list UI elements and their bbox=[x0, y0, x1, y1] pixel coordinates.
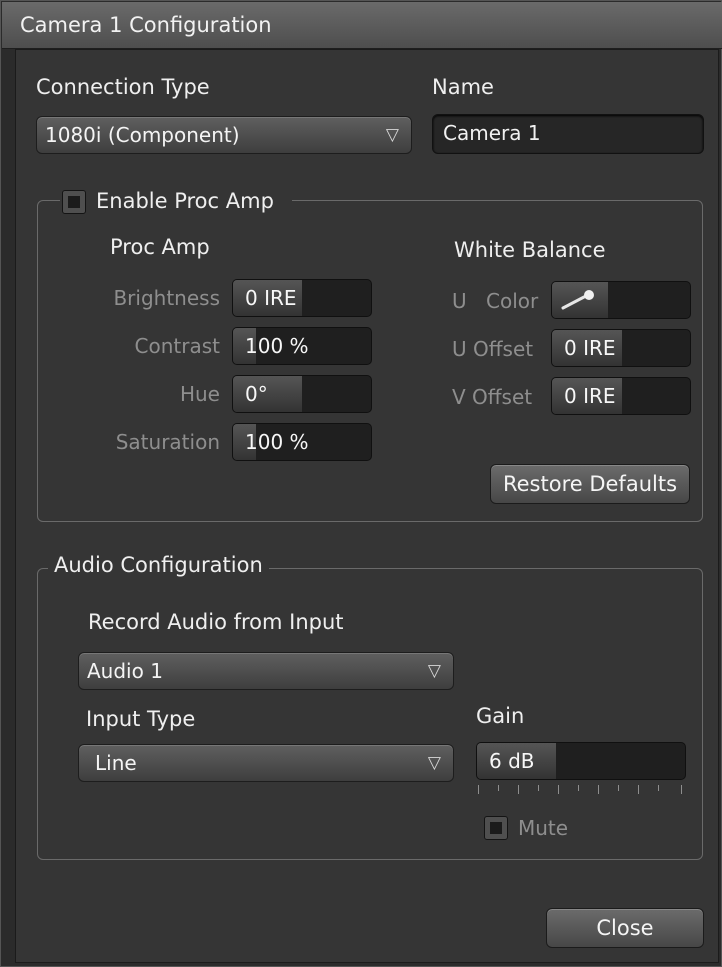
eyedropper-icon bbox=[561, 290, 594, 310]
dialog-window: Camera 1 Configuration Connection Type 1… bbox=[0, 0, 722, 967]
u-offset-value: 0 IRE bbox=[564, 336, 616, 360]
gain-tick-marks bbox=[476, 785, 684, 797]
name-label: Name bbox=[432, 75, 494, 99]
connection-type-value: 1080i (Component) bbox=[45, 123, 240, 147]
audio-configuration-legend: Audio Configuration bbox=[48, 553, 269, 583]
record-audio-dropdown[interactable]: Audio 1 ▽ bbox=[78, 652, 454, 690]
u-color-picker[interactable] bbox=[551, 281, 691, 319]
close-label: Close bbox=[596, 916, 654, 940]
connection-type-label: Connection Type bbox=[36, 75, 210, 99]
title-bar[interactable]: Camera 1 Configuration bbox=[2, 2, 722, 49]
restore-defaults-label: Restore Defaults bbox=[502, 472, 678, 496]
contrast-slider[interactable]: 100 % bbox=[232, 327, 372, 365]
hue-slider[interactable]: 0° bbox=[232, 375, 372, 413]
chevron-down-icon: ▽ bbox=[427, 753, 441, 773]
u-color-prefix: U bbox=[452, 289, 467, 313]
connection-type-dropdown[interactable]: 1080i (Component) ▽ bbox=[36, 116, 412, 154]
close-button[interactable]: Close bbox=[546, 908, 704, 948]
audio-configuration-heading: Audio Configuration bbox=[54, 553, 263, 577]
restore-defaults-button[interactable]: Restore Defaults bbox=[490, 464, 690, 504]
saturation-value: 100 % bbox=[245, 430, 309, 454]
u-offset-label: U Offset bbox=[452, 337, 534, 361]
window-title: Camera 1 Configuration bbox=[20, 13, 272, 37]
v-offset-slider[interactable]: 0 IRE bbox=[551, 377, 691, 415]
brightness-slider[interactable]: 0 IRE bbox=[232, 279, 372, 317]
chevron-down-icon: ▽ bbox=[385, 125, 399, 145]
contrast-value: 100 % bbox=[245, 334, 309, 358]
record-audio-value: Audio 1 bbox=[87, 659, 163, 683]
contrast-label: Contrast bbox=[134, 334, 220, 358]
enable-proc-amp-checkbox[interactable] bbox=[62, 190, 86, 214]
u-offset-slider[interactable]: 0 IRE bbox=[551, 329, 691, 367]
u-color-label: Color bbox=[486, 289, 539, 313]
v-offset-label: V Offset bbox=[452, 385, 533, 409]
enable-proc-amp-label: Enable Proc Amp bbox=[96, 189, 274, 213]
mute-checkbox[interactable] bbox=[484, 816, 508, 840]
v-offset-value: 0 IRE bbox=[564, 384, 616, 408]
dialog-body: Connection Type 1080i (Component) ▽ Name… bbox=[15, 49, 719, 963]
hue-label: Hue bbox=[179, 382, 220, 406]
gain-slider[interactable]: 6 dB bbox=[476, 742, 686, 780]
proc-amp-heading: Proc Amp bbox=[110, 235, 210, 259]
proc-amp-legend: Enable Proc Amp bbox=[60, 187, 292, 217]
name-field[interactable]: Camera 1 bbox=[432, 114, 704, 154]
input-type-value: Line bbox=[95, 751, 137, 775]
gain-label: Gain bbox=[476, 704, 525, 728]
gain-value: 6 dB bbox=[489, 749, 535, 773]
input-type-dropdown[interactable]: Line ▽ bbox=[78, 744, 454, 782]
mute-label: Mute bbox=[518, 816, 569, 840]
hue-value: 0° bbox=[245, 382, 268, 406]
brightness-value: 0 IRE bbox=[245, 286, 297, 310]
chevron-down-icon: ▽ bbox=[427, 661, 441, 681]
saturation-label: Saturation bbox=[115, 430, 220, 454]
record-audio-label: Record Audio from Input bbox=[88, 610, 344, 634]
input-type-label: Input Type bbox=[86, 707, 196, 731]
brightness-label: Brightness bbox=[113, 286, 220, 310]
name-field-value: Camera 1 bbox=[443, 121, 541, 145]
white-balance-heading: White Balance bbox=[454, 238, 606, 262]
saturation-slider[interactable]: 100 % bbox=[232, 423, 372, 461]
